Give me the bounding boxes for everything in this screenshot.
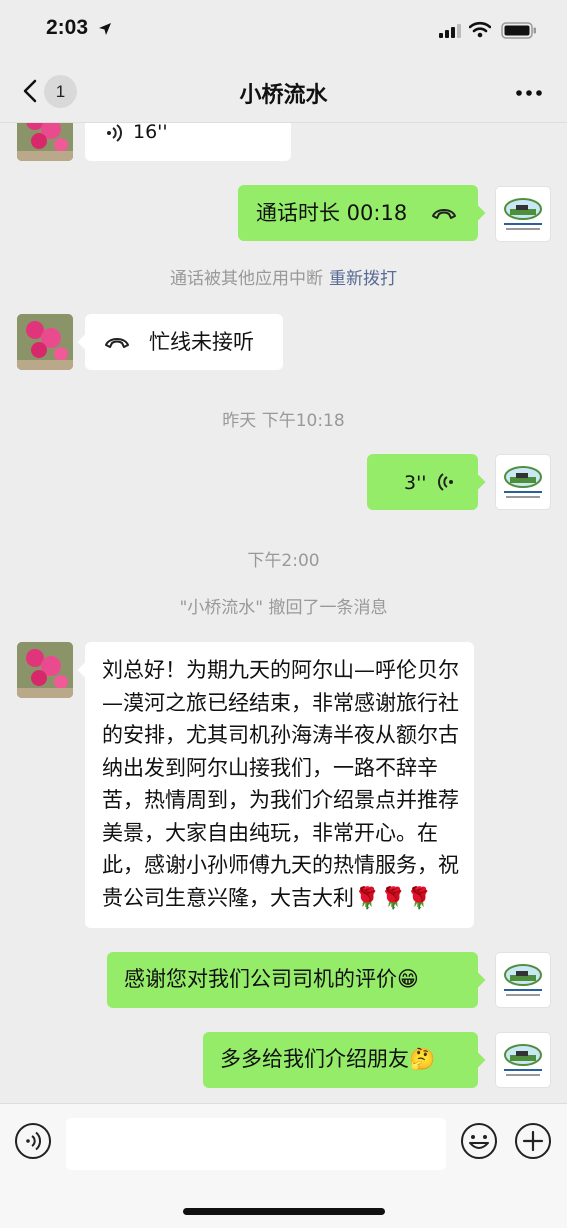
voice-message-bubble[interactable]: 3'' <box>367 454 486 510</box>
message-text: 刘总好！为期九天的阿尔山—呼伦贝尔—漠河之旅已经结束，非常感谢旅行社的安排，尤其… <box>102 658 459 910</box>
chat-title: 小桥流水 <box>239 83 328 108</box>
text-message-bubble[interactable]: 感谢您对我们公司司机的评价😁 <box>107 952 486 1008</box>
chat-area[interactable]: 16'' 通话时长 00:18 通话被其他应用中断 重新拨打 忙线未接听 昨天 下… <box>0 0 567 1103</box>
message-text: 感谢您对我们公司司机的评价😁 <box>124 967 419 991</box>
timestamp: 昨天 下午10:18 <box>222 411 345 431</box>
voice-duration: 3'' <box>404 472 427 494</box>
home-indicator <box>183 1208 385 1215</box>
timestamp: 下午2:00 <box>247 551 320 571</box>
voice-input-icon[interactable] <box>14 1122 52 1160</box>
text-message-bubble[interactable]: 刘总好！为期九天的阿尔山—呼伦贝尔—漠河之旅已经结束，非常感谢旅行社的安排，尤其… <box>77 642 474 928</box>
phone-icon <box>432 209 456 219</box>
voice-wave-icon <box>107 123 122 142</box>
contact-avatar[interactable] <box>17 314 73 370</box>
call-duration-text: 通话时长 00:18 <box>256 201 408 225</box>
company-logo-icon <box>504 466 542 498</box>
company-logo-icon <box>504 964 542 996</box>
my-avatar[interactable] <box>495 952 551 1008</box>
add-more-icon[interactable] <box>514 1122 552 1160</box>
recall-notice: "小桥流水" 撤回了一条消息 <box>179 598 388 618</box>
redial-link[interactable]: 重新拨打 <box>329 269 397 289</box>
chat-header: 1 小桥流水 <box>0 60 567 123</box>
phone-icon <box>105 338 129 348</box>
contact-avatar[interactable] <box>17 642 73 698</box>
status-bar: 2:03 <box>0 0 567 60</box>
flower-photo-icon <box>17 642 73 698</box>
more-options-icon[interactable] <box>515 89 543 97</box>
my-avatar[interactable] <box>495 454 551 510</box>
location-arrow-icon <box>99 23 111 35</box>
text-message-bubble[interactable]: 多多给我们介绍朋友🤔 <box>203 1032 486 1088</box>
my-avatar[interactable] <box>495 186 551 242</box>
message-input[interactable] <box>66 1118 446 1170</box>
voice-wave-icon <box>438 473 453 491</box>
company-logo-icon <box>504 1044 542 1076</box>
wifi-icon <box>469 21 491 38</box>
missed-call-bubble[interactable]: 忙线未接听 <box>77 314 283 370</box>
missed-call-text: 忙线未接听 <box>149 330 254 354</box>
system-message: 通话被其他应用中断 重新拨打 <box>0 264 567 289</box>
emoji-icon[interactable] <box>460 1122 498 1160</box>
status-time: 2:03 <box>46 16 89 39</box>
system-message-text: 通话被其他应用中断 <box>170 269 323 289</box>
call-record-bubble[interactable]: 通话时长 00:18 <box>238 185 486 241</box>
cellular-signal-icon <box>439 24 461 38</box>
input-toolbar <box>0 1103 567 1228</box>
battery-icon <box>501 22 536 39</box>
my-avatar[interactable] <box>495 1032 551 1088</box>
flower-photo-icon <box>17 314 73 370</box>
company-logo-icon <box>504 198 542 230</box>
message-text: 多多给我们介绍朋友🤔 <box>220 1047 436 1071</box>
